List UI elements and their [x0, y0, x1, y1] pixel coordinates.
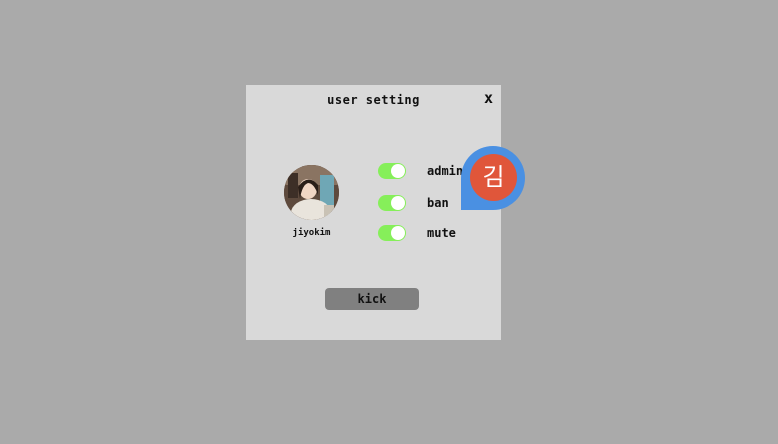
avatar — [284, 165, 339, 220]
close-icon[interactable]: x — [484, 89, 493, 107]
toggle-row-admin: admin — [378, 163, 463, 179]
toggle-row-mute: mute — [378, 225, 456, 241]
toggle-row-ban: ban — [378, 195, 449, 211]
toggle-knob — [391, 164, 405, 178]
mute-toggle-label: mute — [427, 226, 456, 240]
ban-toggle[interactable] — [378, 195, 406, 211]
toggle-knob — [391, 226, 405, 240]
kick-button[interactable]: kick — [325, 288, 419, 310]
toggle-knob — [391, 196, 405, 210]
admin-toggle-label: admin — [427, 164, 464, 178]
badge-initial: 김 — [470, 154, 517, 201]
mute-toggle[interactable] — [378, 225, 406, 241]
admin-toggle[interactable] — [378, 163, 406, 179]
dialog-title: user setting — [327, 93, 420, 107]
user-setting-dialog: user setting x jiyokim admin ban mute ki… — [246, 85, 501, 340]
floating-chat-badge[interactable]: 김 — [461, 146, 525, 210]
ban-toggle-label: ban — [427, 196, 449, 210]
username-label: jiyokim — [292, 228, 331, 238]
